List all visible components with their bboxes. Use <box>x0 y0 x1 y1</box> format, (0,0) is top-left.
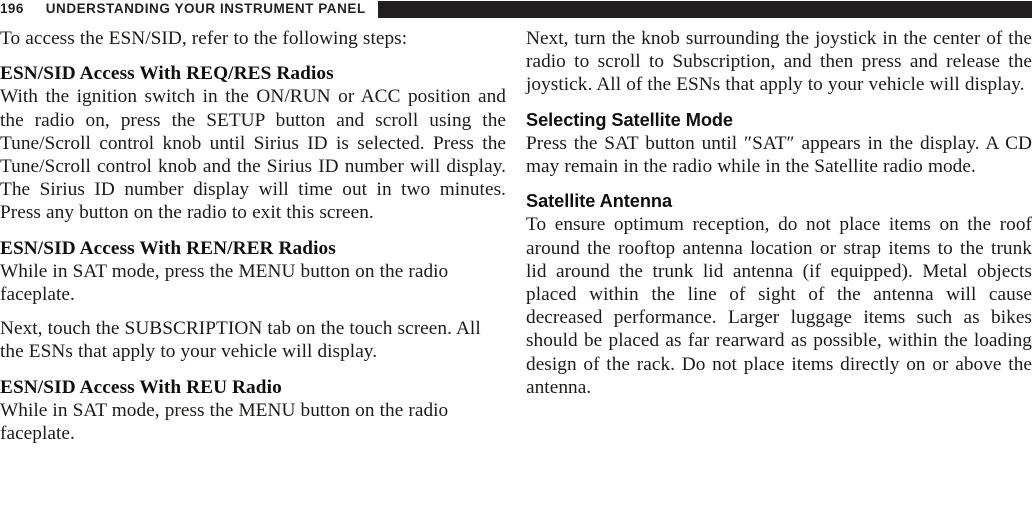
header-rule-bar <box>377 0 1032 18</box>
paragraph-satellite-antenna: To ensure optimum reception, do not plac… <box>526 214 1032 398</box>
paragraph-esn-sid-ren-rer-1: While in SAT mode, press the MENU button… <box>0 260 449 306</box>
heading-satellite-antenna: Satellite Antenna <box>526 191 673 212</box>
paragraph-esn-sid-req-res: With the ignition switch in the ON/RUN o… <box>0 86 506 224</box>
intro-paragraph: To access the ESN/SID, refer to the foll… <box>0 28 408 49</box>
paragraph-esn-sid-ren-rer-2: Next, touch the SUBSCRIPTION tab on the … <box>0 318 481 363</box>
paragraph-esn-sid-reu: While in SAT mode, press the MENU button… <box>0 399 449 445</box>
page-running-header: 196 UNDERSTANDING YOUR INSTRUMENT PANEL <box>0 0 1032 18</box>
left-column: To access the ESN/SID, refer to the foll… <box>0 27 506 445</box>
page-body: To access the ESN/SID, refer to the foll… <box>0 27 1032 508</box>
heading-selecting-satellite-mode: Selecting Satellite Mode <box>526 109 733 130</box>
paragraph-selecting-satellite-mode: Press the SAT button until ″SAT″ appears… <box>526 132 1032 178</box>
page-number: 196 <box>0 1 24 17</box>
right-column: Next, turn the knob surrounding the joys… <box>526 27 1032 399</box>
heading-esn-sid-req-res: ESN/SID Access With REQ/RES Radios <box>0 63 334 85</box>
page-title: UNDERSTANDING YOUR INSTRUMENT PANEL <box>45 1 366 17</box>
paragraph-continuation: Next, turn the knob surrounding the joys… <box>526 28 1032 96</box>
heading-esn-sid-ren-rer: ESN/SID Access With REN/RER Radios <box>0 237 336 259</box>
heading-esn-sid-reu: ESN/SID Access With REU Radio <box>0 376 282 398</box>
